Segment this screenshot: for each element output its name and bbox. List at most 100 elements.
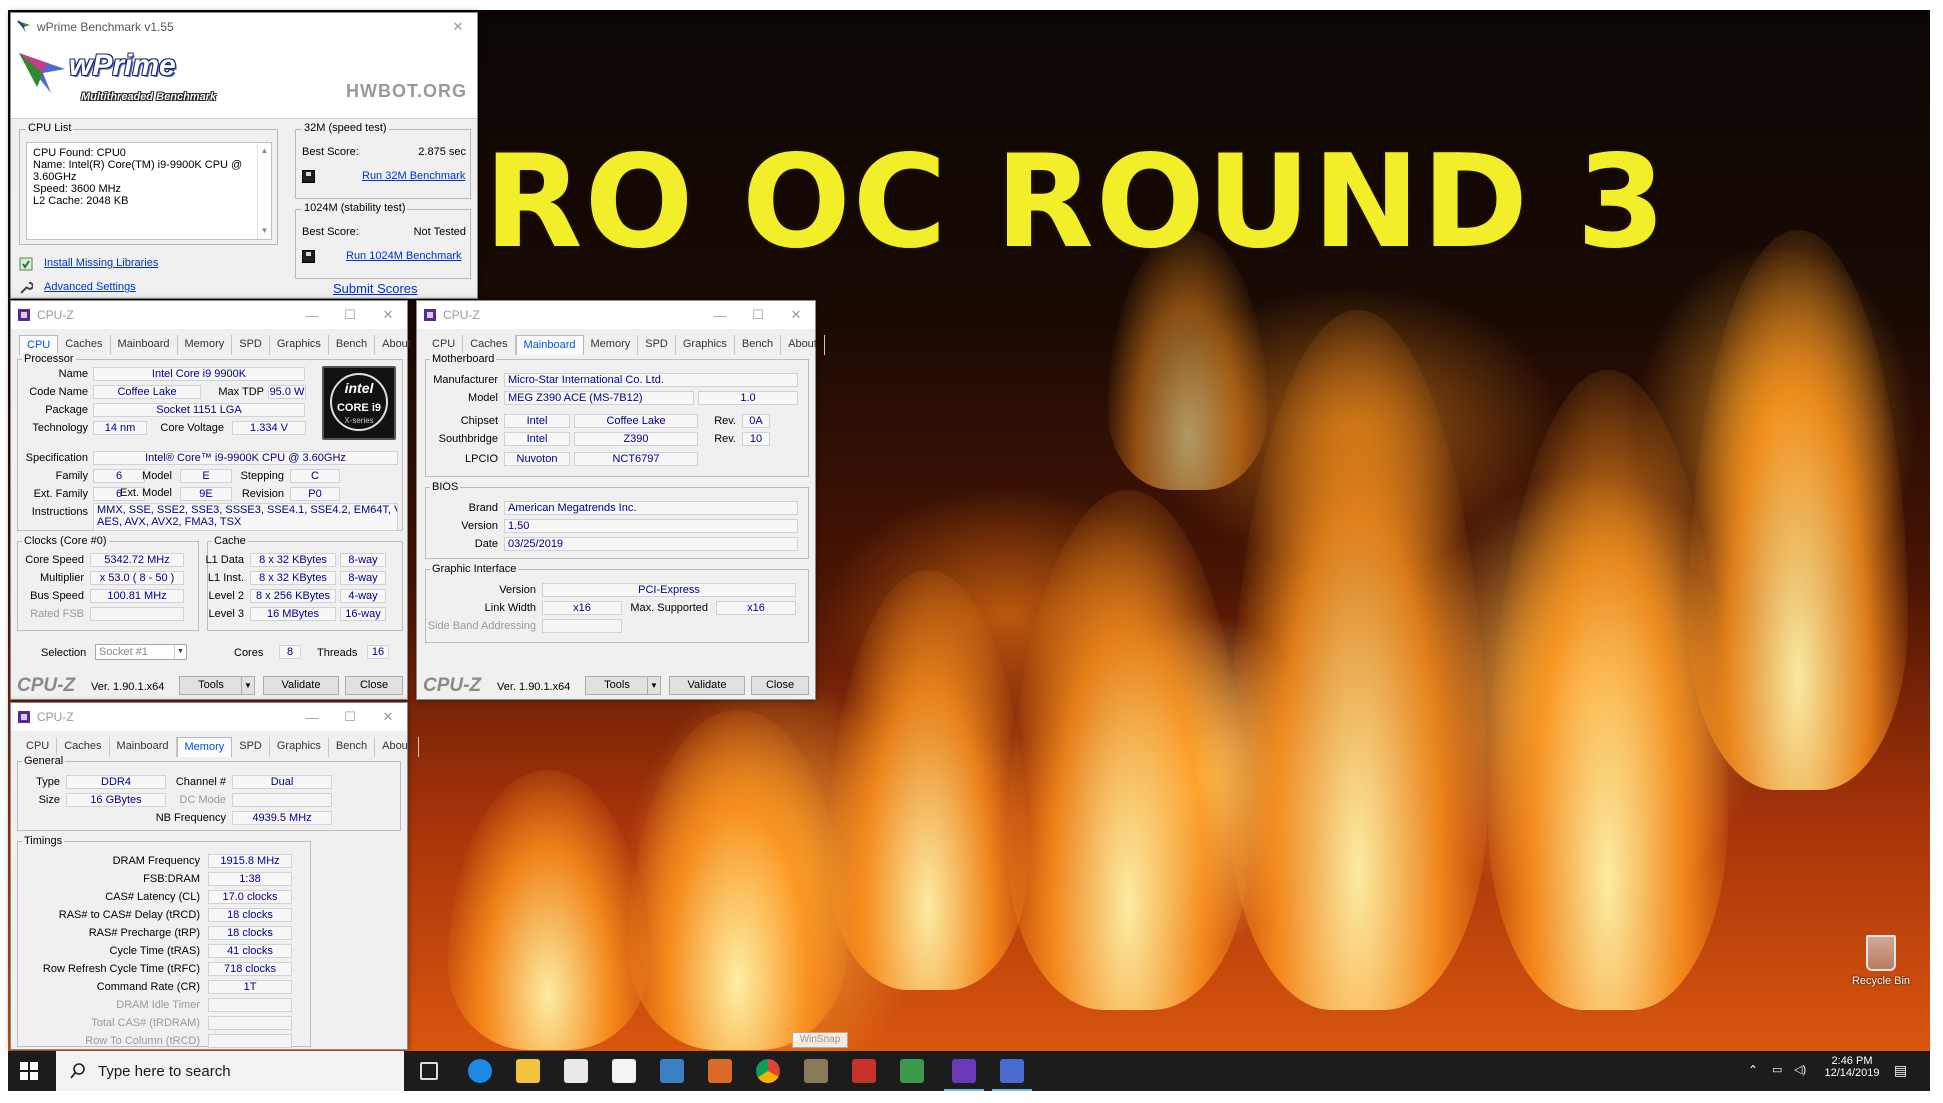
tab-mainboard[interactable]: Mainboard [111, 335, 178, 355]
tab-caches[interactable]: Caches [57, 737, 110, 757]
cpu-list-line: L2 Cache: 2048 KB [33, 195, 129, 207]
submit-scores-link[interactable]: Submit Scores [333, 281, 418, 296]
tab-bench[interactable]: Bench [329, 335, 376, 355]
app-icon[interactable] [708, 1059, 732, 1083]
minimize-icon[interactable]: — [293, 301, 331, 329]
edge-browser-icon[interactable] [468, 1059, 492, 1083]
l1-data-way: 8-way [340, 553, 386, 567]
mail-icon[interactable] [612, 1059, 636, 1083]
store-icon[interactable] [564, 1059, 588, 1083]
maximize-icon[interactable]: ☐ [331, 703, 369, 731]
timing-label: CAS# Latency (CL) [105, 891, 200, 903]
best-score-32m-row: Best Score: 2.875 sec [302, 146, 466, 158]
general-group: General Type DDR4 Size 16 GBytes Channel… [17, 755, 401, 831]
task-view-icon[interactable] [420, 1062, 438, 1080]
tab-spd[interactable]: SPD [232, 737, 270, 757]
tab-spd[interactable]: SPD [232, 335, 270, 355]
tools-button[interactable]: Tools [179, 676, 243, 695]
validate-button[interactable]: Validate [669, 676, 745, 695]
cpuz-cpu-window: CPU-Z — ☐ ✕ CPU Caches Mainboard Memory … [10, 300, 419, 700]
cpuz-titlebar[interactable]: CPU-Z — ☐ ✕ [417, 301, 815, 329]
tab-about[interactable]: About [781, 335, 825, 355]
tools-dropdown-icon[interactable]: ▼ [647, 676, 661, 695]
minimize-icon[interactable]: — [293, 703, 331, 731]
app-icon[interactable] [660, 1059, 684, 1083]
tab-graphics[interactable]: Graphics [270, 737, 329, 757]
recycle-bin-shortcut[interactable]: Recycle Bin [1848, 935, 1914, 987]
cpu-list-label: CPU List [26, 122, 74, 134]
close-icon[interactable]: ✕ [369, 703, 407, 731]
tab-graphics[interactable]: Graphics [676, 335, 735, 355]
instructions-label: Instructions [31, 506, 88, 518]
app-icon[interactable] [852, 1059, 876, 1083]
wprime-logo-banner: wPrime Multithreaded Benchmark HWBOT.ORG [11, 41, 477, 119]
tab-mainboard[interactable]: Mainboard [110, 737, 177, 757]
tab-cpu[interactable]: CPU [19, 335, 59, 355]
nb-frequency-label: NB Frequency [155, 812, 226, 824]
tab-mainboard[interactable]: Mainboard [515, 335, 584, 355]
install-missing-libraries-link[interactable]: Install Missing Libraries [44, 257, 158, 269]
core-speed-label: Core Speed [25, 554, 84, 566]
chevron-up-icon[interactable]: ▲ [261, 145, 269, 157]
maximize-icon[interactable]: ☐ [331, 301, 369, 329]
max-tdp-label: Max TDP [218, 386, 264, 398]
instructions-line: AES, AVX, AVX2, FMA3, TSX [97, 516, 242, 528]
chevron-down-icon[interactable]: ▼ [261, 225, 269, 237]
file-explorer-icon[interactable] [516, 1059, 540, 1083]
close-icon[interactable]: ✕ [439, 13, 477, 41]
tab-caches[interactable]: Caches [463, 335, 516, 355]
socket-selection-dropdown[interactable]: Socket #1 ▼ [95, 644, 187, 660]
tools-dropdown-icon[interactable]: ▼ [241, 676, 255, 695]
advanced-settings-link[interactable]: Advanced Settings [44, 281, 136, 293]
cpuz-titlebar[interactable]: CPU-Z — ☐ ✕ [11, 703, 407, 731]
tab-memory[interactable]: Memory [178, 335, 233, 355]
l1-inst-label: L1 Inst. [207, 572, 244, 584]
validate-button[interactable]: Validate [263, 676, 339, 695]
tab-bench[interactable]: Bench [329, 737, 376, 757]
close-icon[interactable]: ✕ [369, 301, 407, 329]
close-icon[interactable]: ✕ [777, 301, 815, 329]
tab-caches[interactable]: Caches [58, 335, 111, 355]
volume-icon[interactable]: ◁) [1794, 1063, 1806, 1076]
close-button[interactable]: Close [345, 676, 403, 695]
tab-cpu[interactable]: CPU [19, 737, 58, 757]
cpu-list-scrollbar[interactable]: ▲ ▼ [257, 143, 271, 239]
tools-button[interactable]: Tools [585, 676, 649, 695]
tab-about[interactable]: About [375, 335, 419, 355]
tab-spd[interactable]: SPD [638, 335, 676, 355]
tab-bench[interactable]: Bench [735, 335, 782, 355]
taskbar-clock[interactable]: 2:46 PM 12/14/2019 [1822, 1055, 1882, 1079]
tab-memory[interactable]: Memory [176, 737, 233, 757]
bios-date-label: Date [474, 538, 498, 550]
memory-size-value: 16 GBytes [66, 793, 166, 807]
cpuz-titlebar[interactable]: CPU-Z — ☐ ✕ [11, 301, 407, 329]
cpu-list-line: Speed: 3600 MHz [33, 183, 122, 195]
side-band-addressing-value [542, 619, 622, 633]
wprime-titlebar[interactable]: wPrime Benchmark v1.55 ✕ [11, 13, 477, 41]
app-icon[interactable] [900, 1059, 924, 1083]
app-icon[interactable] [804, 1059, 828, 1083]
multiplier-label: Multiplier [39, 572, 84, 584]
windows-start-icon[interactable] [20, 1062, 38, 1080]
close-button[interactable]: Close [751, 676, 809, 695]
instructions-line: MMX, SSE, SSE2, SSE3, SSSE3, SSE4.1, SSE… [97, 504, 398, 516]
tab-memory[interactable]: Memory [584, 335, 639, 355]
cpu-list-box[interactable]: CPU Found: CPU0 Name: Intel(R) Core(TM) … [26, 142, 272, 240]
tab-cpu[interactable]: CPU [425, 335, 464, 355]
maximize-icon[interactable]: ☐ [739, 301, 777, 329]
run-1024m-button[interactable]: Run 1024M Benchmark [346, 250, 462, 262]
tab-about[interactable]: About [375, 737, 419, 757]
tab-graphics[interactable]: Graphics [270, 335, 329, 355]
cpuz-taskbar-icon[interactable] [944, 1059, 984, 1091]
run-32m-button[interactable]: Run 32M Benchmark [362, 170, 465, 182]
chrome-icon[interactable] [756, 1059, 780, 1083]
notification-icon[interactable]: ▤ [1894, 1062, 1907, 1079]
wprime-taskbar-icon[interactable] [992, 1059, 1032, 1091]
network-icon[interactable]: ▭ [1772, 1063, 1782, 1076]
dc-mode-value [232, 793, 332, 807]
chevron-up-icon[interactable]: ⌃ [1748, 1063, 1758, 1077]
search-placeholder: Type here to search [98, 1062, 231, 1080]
minimize-icon[interactable]: — [701, 301, 739, 329]
taskbar-search-box[interactable]: Type here to search [56, 1051, 404, 1091]
l1-inst-way: 8-way [340, 571, 386, 585]
